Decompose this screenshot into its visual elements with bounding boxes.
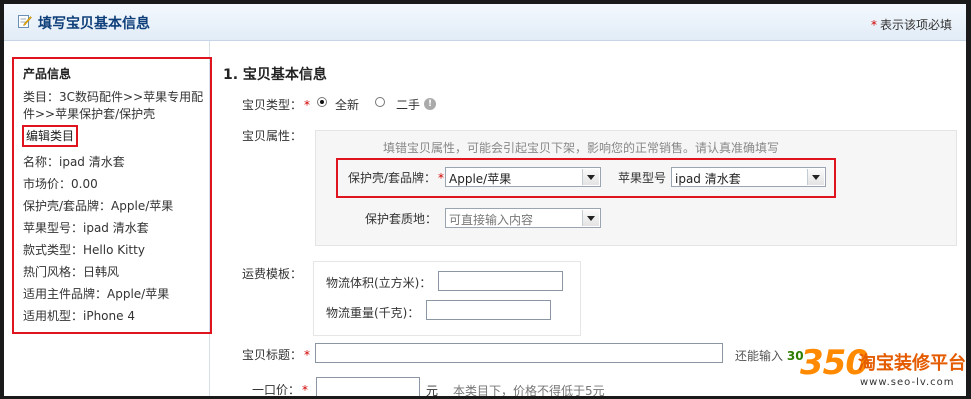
title-char-counter: 还能输入 30 <box>735 347 804 364</box>
radio-new-label[interactable]: 全新 <box>335 96 359 113</box>
required-star: * <box>870 18 877 32</box>
required-star: * <box>304 98 311 112</box>
required-note-text: 表示该项必填 <box>879 18 952 32</box>
weight-label: 物流重量(千克)： <box>326 306 420 320</box>
price-note: 本类目下，价格不得低于5元 <box>453 384 605 396</box>
brand-label-text: 保护壳/套品牌： <box>348 171 437 185</box>
price-label-text: 一口价： <box>252 383 301 396</box>
item-type-label: 宝贝类型： * <box>242 96 310 113</box>
watermark-brand: 淘宝装修平台 <box>858 353 966 374</box>
model-label: 苹果型号 <box>618 171 667 185</box>
watermark-url: www.seo-lv.com <box>860 377 955 388</box>
info-icon[interactable]: ! <box>424 98 436 110</box>
price-input[interactable] <box>316 377 420 396</box>
counter-prefix: 还能输入 <box>735 349 784 363</box>
attr-brand: 保护壳/套品牌：Apple/苹果 <box>23 199 174 213</box>
header-bar: 填写宝贝基本信息 * 表示该项必填 <box>4 4 966 41</box>
model-select-value: ipad 清水套 <box>675 172 741 186</box>
item-title-label-text: 宝贝标题： <box>242 348 303 362</box>
chevron-down-icon[interactable] <box>582 169 599 185</box>
category-path: 类目：3C数码配件>>苹果专用配件>>苹果保护套/保护壳 <box>23 90 204 121</box>
form-window: 填写宝贝基本信息 * 表示该项必填 产品信息 类目：3C数码配件>>苹果专用配件>… <box>4 4 966 396</box>
edit-pencil-icon <box>18 15 32 28</box>
attributes-hint: 填错宝贝属性，可能会引起宝贝下架，影响您的正常销售。请认真准确填写 <box>383 141 780 155</box>
volume-label: 物流体积(立方米)： <box>326 276 432 290</box>
watermark-logo: 350 淘宝装修平台 www.seo-lv.com <box>800 343 970 399</box>
material-select-placeholder: 可直接输入内容 <box>449 213 534 227</box>
material-select[interactable]: 可直接输入内容 <box>445 208 601 228</box>
radio-used-label[interactable]: 二手 <box>396 96 420 113</box>
attr-device-model: 适用机型：iPhone 4 <box>23 309 135 323</box>
shipping-panel: 物流体积(立方米)： 物流重量(千克)： <box>313 261 581 336</box>
brand-select[interactable]: Apple/苹果 <box>445 167 601 187</box>
product-info-box: 产品信息 类目：3C数码配件>>苹果专用配件>>苹果保护套/保护壳 编辑类目 名… <box>12 57 212 334</box>
item-title-label: 宝贝标题： * <box>242 346 310 363</box>
attribute-list: 名称：ipad 清水套 市场价：0.00 保护壳/套品牌：Apple/苹果 苹果… <box>23 151 173 327</box>
model-select[interactable]: ipad 清水套 <box>671 167 826 187</box>
product-info-sidebar: 产品信息 类目：3C数码配件>>苹果专用配件>>苹果保护套/保护壳 编辑类目 名… <box>4 41 212 396</box>
weight-input[interactable] <box>426 300 551 320</box>
section-title: 1. 宝贝基本信息 <box>223 67 327 83</box>
item-title-input[interactable] <box>315 343 723 363</box>
attr-market-price: 市场价：0.00 <box>23 177 98 191</box>
radio-new[interactable] <box>317 97 327 107</box>
attr-main-brand: 适用主件品牌：Apple/苹果 <box>23 287 170 301</box>
brand-select-value: Apple/苹果 <box>449 172 512 186</box>
required-star: * <box>438 171 445 185</box>
shipping-template-label: 运费模板： <box>242 267 303 281</box>
page-title: 填写宝贝基本信息 <box>38 16 150 32</box>
attr-name: 名称：ipad 清水套 <box>23 155 125 169</box>
item-type-label-text: 宝贝类型： <box>242 98 303 112</box>
chevron-down-icon[interactable] <box>582 210 599 226</box>
volume-input[interactable] <box>438 271 563 291</box>
attr-style-type: 款式类型：Hello Kitty <box>23 243 145 257</box>
chevron-down-icon[interactable] <box>807 169 824 185</box>
attr-popular-style: 热门风格：日韩风 <box>23 265 120 279</box>
attr-apple-model: 苹果型号：ipad 清水套 <box>23 221 149 235</box>
attributes-panel: 填错宝贝属性，可能会引起宝贝下架，影响您的正常销售。请认真准确填写 保护壳/套品… <box>315 130 957 246</box>
required-star: * <box>302 383 309 396</box>
required-star: * <box>304 348 311 362</box>
edit-category-link[interactable]: 编辑类目 <box>22 125 79 147</box>
price-unit: 元 <box>426 384 439 396</box>
price-label: 一口价： * <box>252 381 308 396</box>
brand-label: 保护壳/套品牌： * <box>348 169 444 186</box>
product-info-heading: 产品信息 <box>23 67 72 81</box>
radio-used[interactable] <box>375 97 385 107</box>
item-attrs-label: 宝贝属性： <box>242 129 303 143</box>
material-label: 保护套质地： <box>365 212 438 226</box>
required-note: * 表示该项必填 <box>871 16 952 33</box>
